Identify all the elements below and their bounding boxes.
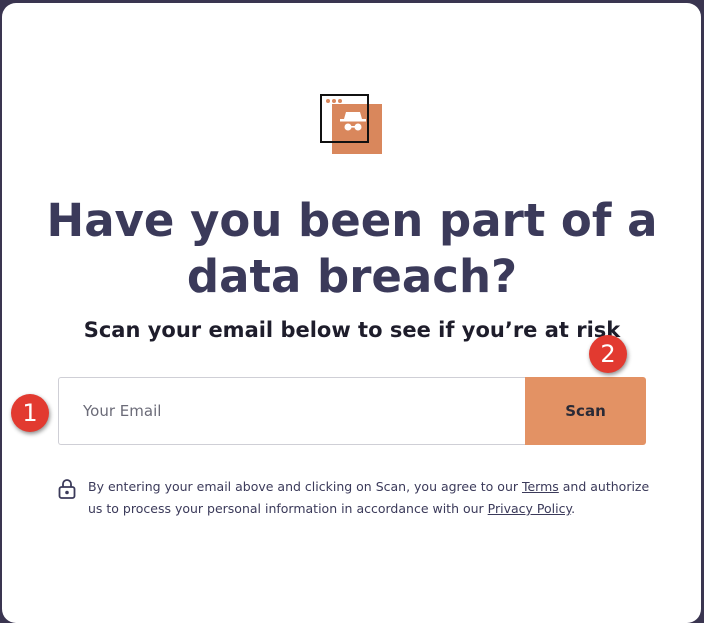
email-input[interactable] (58, 377, 525, 445)
disclaimer-text-end: . (571, 501, 576, 516)
page-title: Have you been part of a data breach? (0, 193, 704, 305)
title-line-2: data breach? (186, 250, 518, 303)
disclaimer-text-start: By entering your email above and clickin… (88, 479, 522, 494)
annotation-badge-2: 2 (589, 335, 627, 373)
spy-hat-icon (340, 112, 366, 131)
lock-icon (58, 479, 76, 499)
title-line-1: Have you been part of a (46, 194, 658, 247)
privacy-disclaimer: By entering your email above and clickin… (58, 476, 658, 520)
incognito-logo-icon (320, 94, 386, 158)
privacy-policy-link[interactable]: Privacy Policy (488, 501, 571, 516)
logo-window-dots (326, 99, 342, 103)
scan-button[interactable]: Scan (525, 377, 646, 445)
terms-link[interactable]: Terms (522, 479, 559, 494)
disclaimer-text: By entering your email above and clickin… (88, 476, 658, 520)
scan-form: Scan (58, 377, 646, 445)
annotation-badge-1: 1 (11, 394, 49, 432)
